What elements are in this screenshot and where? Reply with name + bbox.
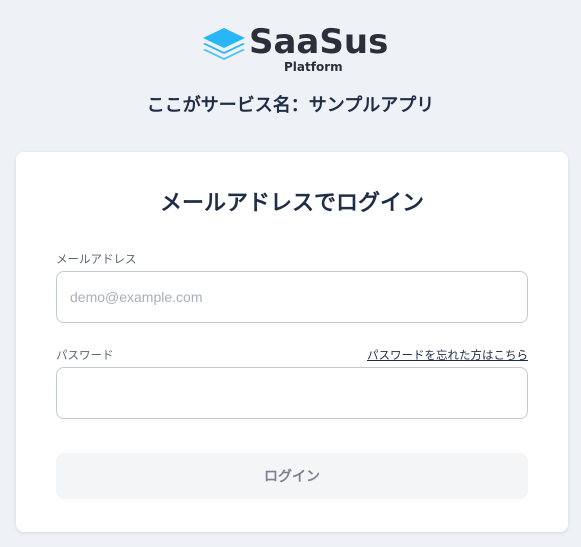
login-button[interactable]: ログイン	[56, 453, 528, 499]
email-input[interactable]	[56, 271, 528, 323]
page-header: SaaSus Platform ここがサービス名：サンプルアプリ	[0, 0, 581, 140]
email-label: メールアドレス	[56, 252, 137, 266]
logo-wordmark: SaaSus	[249, 22, 389, 62]
forgot-password-link[interactable]: パスワードを忘れた方はこちら	[367, 347, 528, 363]
saasus-logo: SaaSus Platform	[201, 22, 391, 78]
login-card: メールアドレスでログイン メールアドレス パスワード パスワードを忘れた方はこち…	[16, 152, 568, 532]
login-title: メールアドレスでログイン	[159, 191, 424, 216]
stacked-layers-icon	[203, 28, 245, 60]
service-name: ここがサービス名：サンプルアプリ	[146, 95, 435, 116]
password-label: パスワード	[56, 348, 114, 362]
password-input[interactable]	[56, 367, 528, 419]
logo-subtitle: Platform	[284, 60, 343, 74]
